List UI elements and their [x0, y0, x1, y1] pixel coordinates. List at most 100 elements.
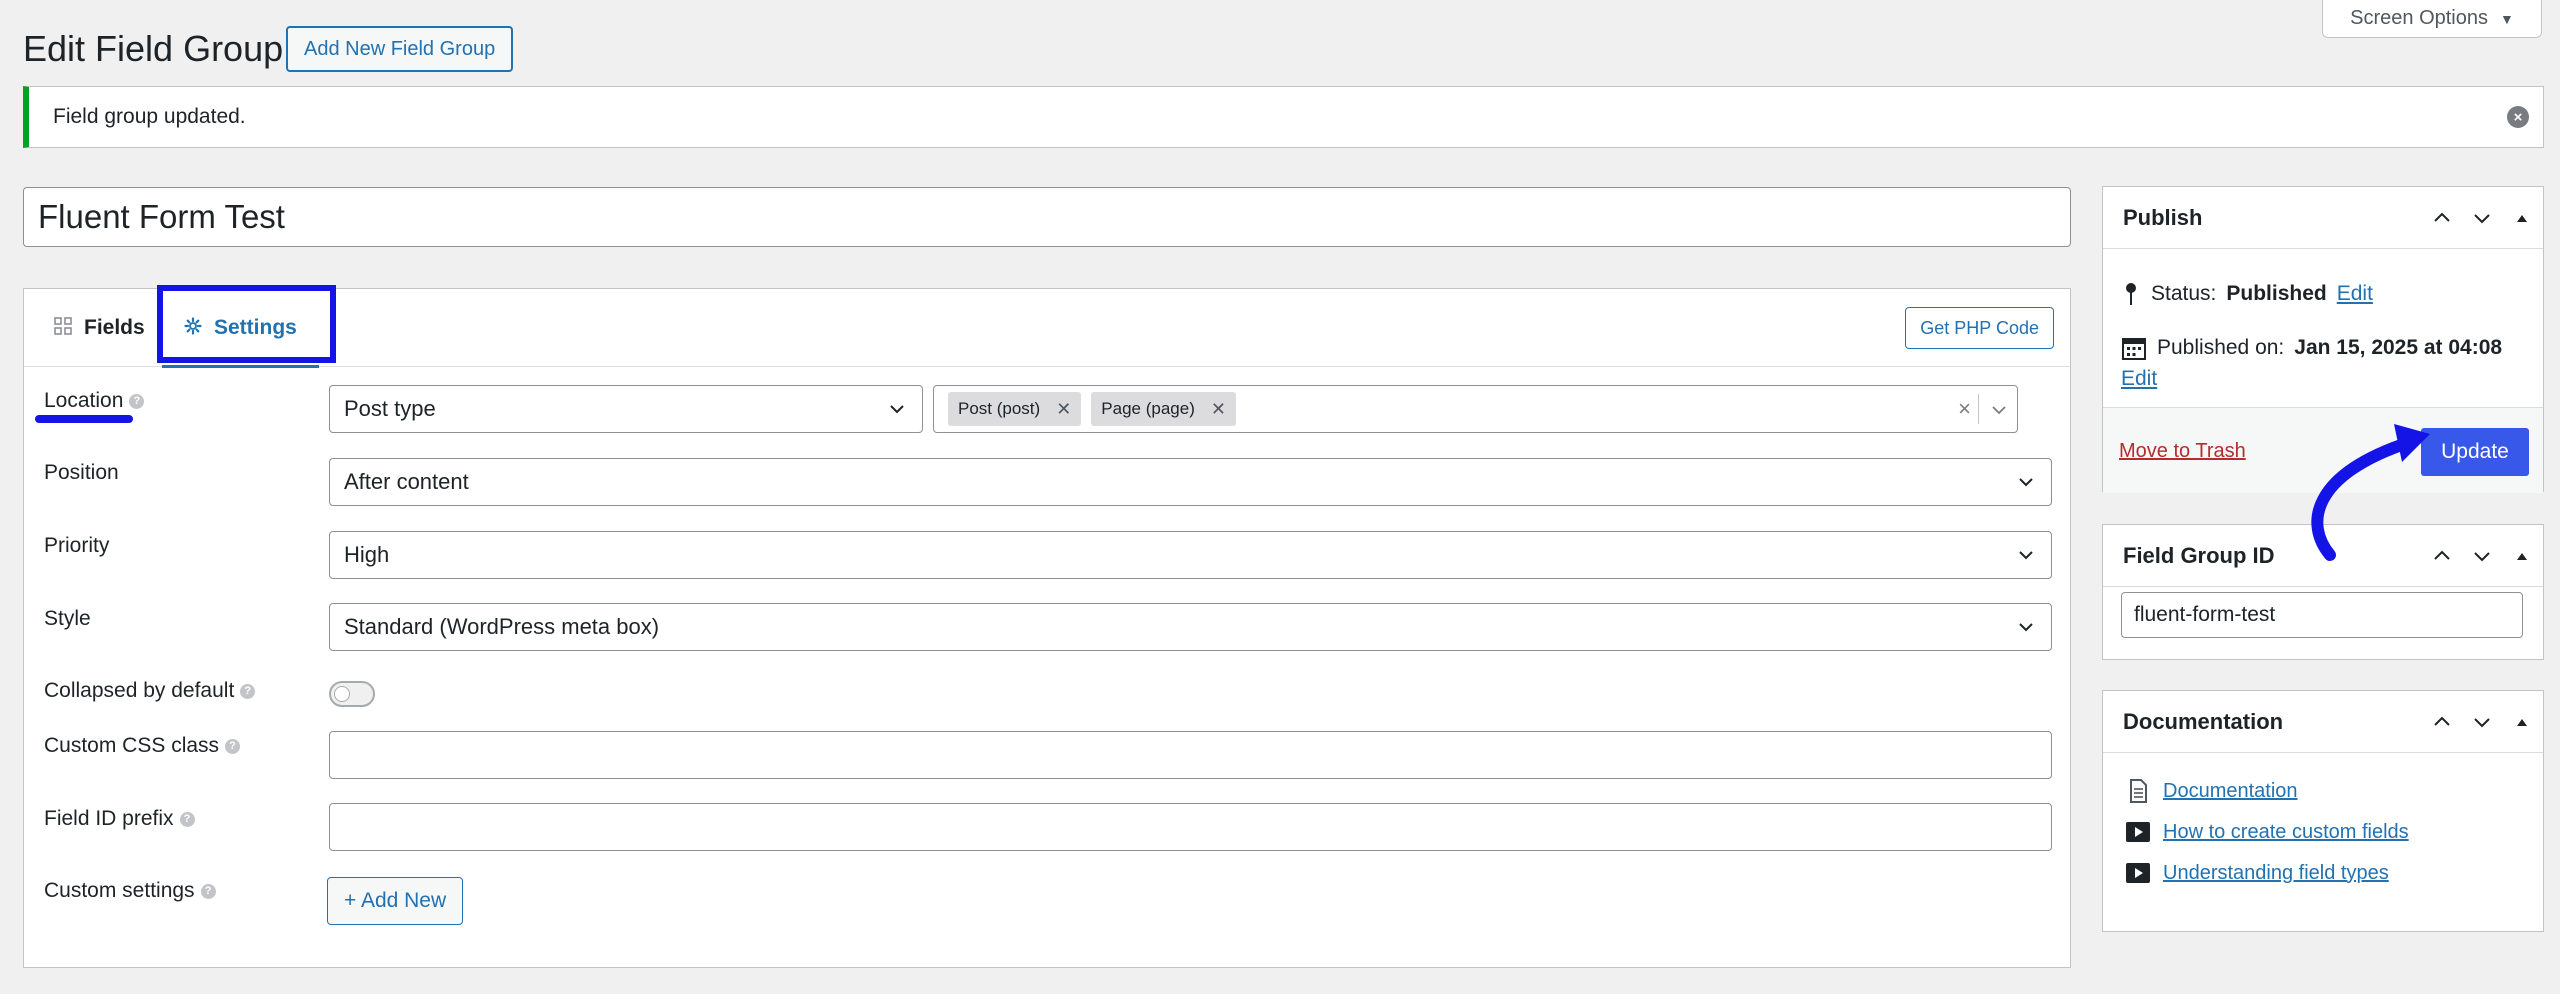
location-type-value: Post type — [344, 396, 436, 421]
tab-fields[interactable]: Fields — [54, 289, 145, 367]
collapsed-toggle[interactable] — [329, 681, 375, 707]
document-icon — [2130, 779, 2147, 803]
status-label: Status: — [2151, 282, 2217, 305]
field-group-id-header: Field Group ID — [2103, 525, 2543, 587]
field-group-id-input[interactable]: fluent-form-test — [2121, 592, 2523, 638]
remove-chip-icon[interactable]: ✕ — [1056, 399, 1071, 420]
doc-link-row: Documentation — [2125, 779, 2298, 803]
notice-text: Field group updated. — [53, 105, 246, 128]
add-custom-setting-button[interactable]: + Add New — [327, 877, 464, 925]
chip-page: Page (page) ✕ — [1091, 392, 1236, 426]
doc-link-row: How to create custom fields — [2125, 820, 2409, 844]
published-value: Jan 15, 2025 at 04:08 — [2294, 336, 2503, 359]
move-to-trash-link[interactable]: Move to Trash — [2119, 440, 2246, 463]
documentation-header: Documentation — [2103, 691, 2543, 753]
chip-post: Post (post) ✕ — [948, 392, 1082, 426]
id-prefix-label-text: Field ID prefix — [44, 807, 174, 830]
help-icon[interactable]: ? — [240, 683, 256, 699]
location-label-text: Location — [44, 389, 124, 412]
chevron-down-icon[interactable] — [2471, 207, 2493, 229]
settings-panel: Fields Settings Get PHP Code Location ? … — [23, 285, 2071, 968]
css-class-input[interactable] — [329, 731, 2052, 779]
screen-options-button[interactable]: Screen Options ▼ — [2322, 0, 2542, 38]
collapsed-label: Collapsed by default ? — [44, 679, 256, 703]
gear-icon — [184, 316, 202, 340]
field-group-id-box: Field Group ID fluent-form-test — [2102, 524, 2544, 660]
help-icon[interactable]: ? — [129, 393, 145, 409]
position-select[interactable]: After content — [329, 458, 2052, 506]
id-prefix-input[interactable] — [329, 803, 2052, 851]
documentation-link[interactable]: Documentation — [2163, 780, 2298, 803]
tabs-bar: Fields Settings Get PHP Code — [24, 285, 2070, 368]
chevron-down-icon — [2019, 623, 2033, 632]
chevron-up-icon[interactable] — [2431, 711, 2453, 733]
style-label: Style — [44, 607, 91, 630]
chevron-down-icon — [890, 405, 904, 414]
toggle-panel-icon[interactable] — [2511, 711, 2533, 733]
status-row: Status: Published Edit — [2121, 281, 2373, 307]
toggle-panel-icon[interactable] — [2511, 207, 2533, 229]
edit-date-link[interactable]: Edit — [2121, 367, 2541, 391]
chevron-up-icon[interactable] — [2431, 207, 2453, 229]
separator — [1978, 394, 1979, 424]
custom-settings-label-text: Custom settings — [44, 879, 195, 902]
chevron-down-icon[interactable] — [1989, 400, 2009, 420]
get-php-code-button[interactable]: Get PHP Code — [1905, 307, 2054, 349]
field-types-tutorial-link[interactable]: Understanding field types — [2163, 862, 2389, 885]
css-class-label: Custom CSS class ? — [44, 734, 241, 758]
dismiss-icon[interactable]: × — [2507, 106, 2529, 128]
published-label: Published on: — [2157, 336, 2285, 359]
publish-box: Publish Status: Published Edit Published… — [2102, 186, 2544, 493]
success-notice: Field group updated. × — [23, 86, 2544, 148]
priority-label: Priority — [44, 534, 110, 557]
chevron-down-icon[interactable] — [2471, 711, 2493, 733]
chip-page-label: Page (page) — [1101, 399, 1195, 418]
status-value: Published — [2226, 282, 2327, 305]
chip-post-label: Post (post) — [958, 399, 1041, 418]
documentation-title: Documentation — [2123, 708, 2284, 734]
position-label: Position — [44, 461, 119, 484]
location-type-select[interactable]: Post type — [329, 385, 923, 433]
css-class-label-text: Custom CSS class — [44, 734, 220, 757]
pin-icon — [2126, 283, 2136, 305]
published-row: Published on: Jan 15, 2025 at 04:08 Edit — [2121, 335, 2541, 391]
toggle-knob — [334, 686, 350, 702]
calendar-icon — [2122, 338, 2146, 360]
location-values-multiselect[interactable]: Post (post) ✕ Page (page) ✕ × — [933, 385, 2018, 433]
publish-box-header: Publish — [2103, 187, 2543, 249]
help-icon[interactable]: ? — [179, 811, 195, 827]
update-button[interactable]: Update — [2421, 428, 2529, 476]
documentation-box: Documentation Documentation How to creat… — [2102, 690, 2544, 932]
chevron-down-icon[interactable] — [2471, 545, 2493, 567]
chevron-down-icon — [2019, 551, 2033, 560]
style-select[interactable]: Standard (WordPress meta box) — [329, 603, 2052, 651]
tab-fields-label: Fields — [84, 316, 145, 339]
screen-options-label: Screen Options — [2350, 7, 2488, 29]
publish-title: Publish — [2123, 204, 2203, 230]
page-title: Edit Field Group — [23, 28, 284, 69]
video-play-icon — [2126, 863, 2150, 883]
custom-settings-label: Custom settings ? — [44, 879, 216, 903]
tab-settings-label: Settings — [214, 316, 297, 339]
position-value: After content — [344, 469, 469, 494]
doc-link-row: Understanding field types — [2125, 861, 2389, 885]
remove-chip-icon[interactable]: ✕ — [1211, 399, 1226, 420]
grid-icon — [54, 316, 72, 340]
field-group-title-input[interactable]: Fluent Form Test — [23, 187, 2071, 247]
add-new-field-group-button[interactable]: Add New Field Group — [286, 26, 514, 72]
help-icon[interactable]: ? — [200, 883, 216, 899]
clear-all-icon[interactable]: × — [1958, 396, 1971, 422]
priority-select[interactable]: High — [329, 531, 2052, 579]
chevron-down-icon — [2019, 478, 2033, 487]
toggle-panel-icon[interactable] — [2511, 545, 2533, 567]
chevron-up-icon[interactable] — [2431, 545, 2453, 567]
tab-settings[interactable]: Settings — [162, 289, 319, 368]
caret-down-icon: ▼ — [2500, 10, 2514, 27]
style-value: Standard (WordPress meta box) — [344, 614, 660, 639]
edit-status-link[interactable]: Edit — [2337, 282, 2373, 306]
id-prefix-label: Field ID prefix ? — [44, 807, 195, 831]
help-icon[interactable]: ? — [225, 738, 241, 754]
custom-fields-tutorial-link[interactable]: How to create custom fields — [2163, 821, 2409, 844]
priority-value: High — [344, 542, 390, 567]
video-play-icon — [2126, 822, 2150, 842]
